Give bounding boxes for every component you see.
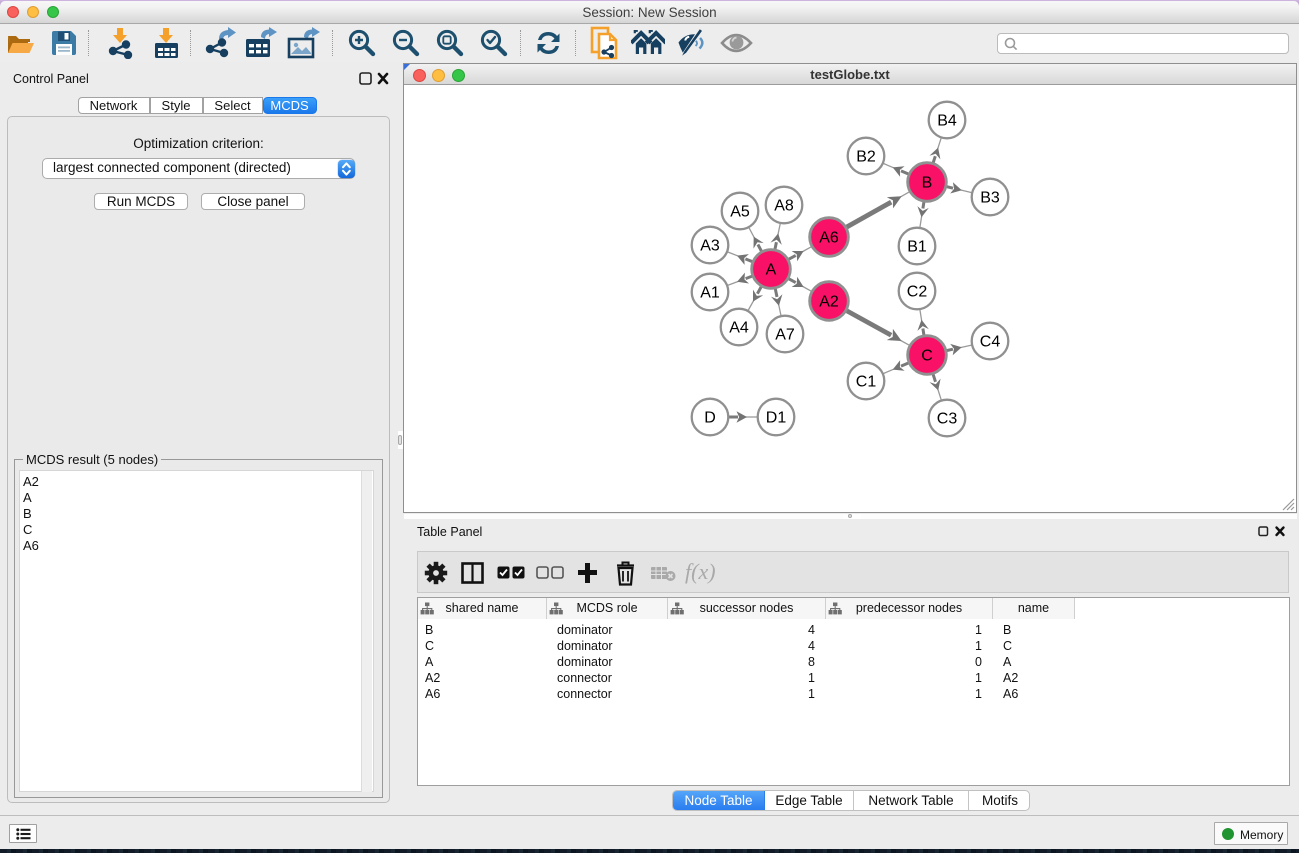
svg-text:D: D <box>704 410 716 427</box>
svg-text:C3: C3 <box>937 411 958 428</box>
svg-text:A8: A8 <box>774 198 794 215</box>
svg-text:B3: B3 <box>980 190 1000 207</box>
svg-text:A1: A1 <box>700 285 720 302</box>
svg-text:A4: A4 <box>729 320 749 337</box>
svg-text:B2: B2 <box>856 149 876 166</box>
svg-text:B: B <box>922 175 933 192</box>
svg-text:C1: C1 <box>856 374 877 391</box>
svg-text:A7: A7 <box>775 327 795 344</box>
svg-text:C4: C4 <box>980 334 1001 351</box>
svg-text:B1: B1 <box>907 239 927 256</box>
svg-text:A2: A2 <box>819 294 839 311</box>
svg-text:A3: A3 <box>700 238 720 255</box>
svg-text:D1: D1 <box>766 410 787 427</box>
svg-text:C: C <box>921 348 933 365</box>
svg-text:A: A <box>766 262 777 279</box>
svg-text:A5: A5 <box>730 204 750 221</box>
svg-text:C2: C2 <box>907 284 928 301</box>
svg-text:A6: A6 <box>819 230 839 247</box>
svg-text:B4: B4 <box>937 113 957 130</box>
